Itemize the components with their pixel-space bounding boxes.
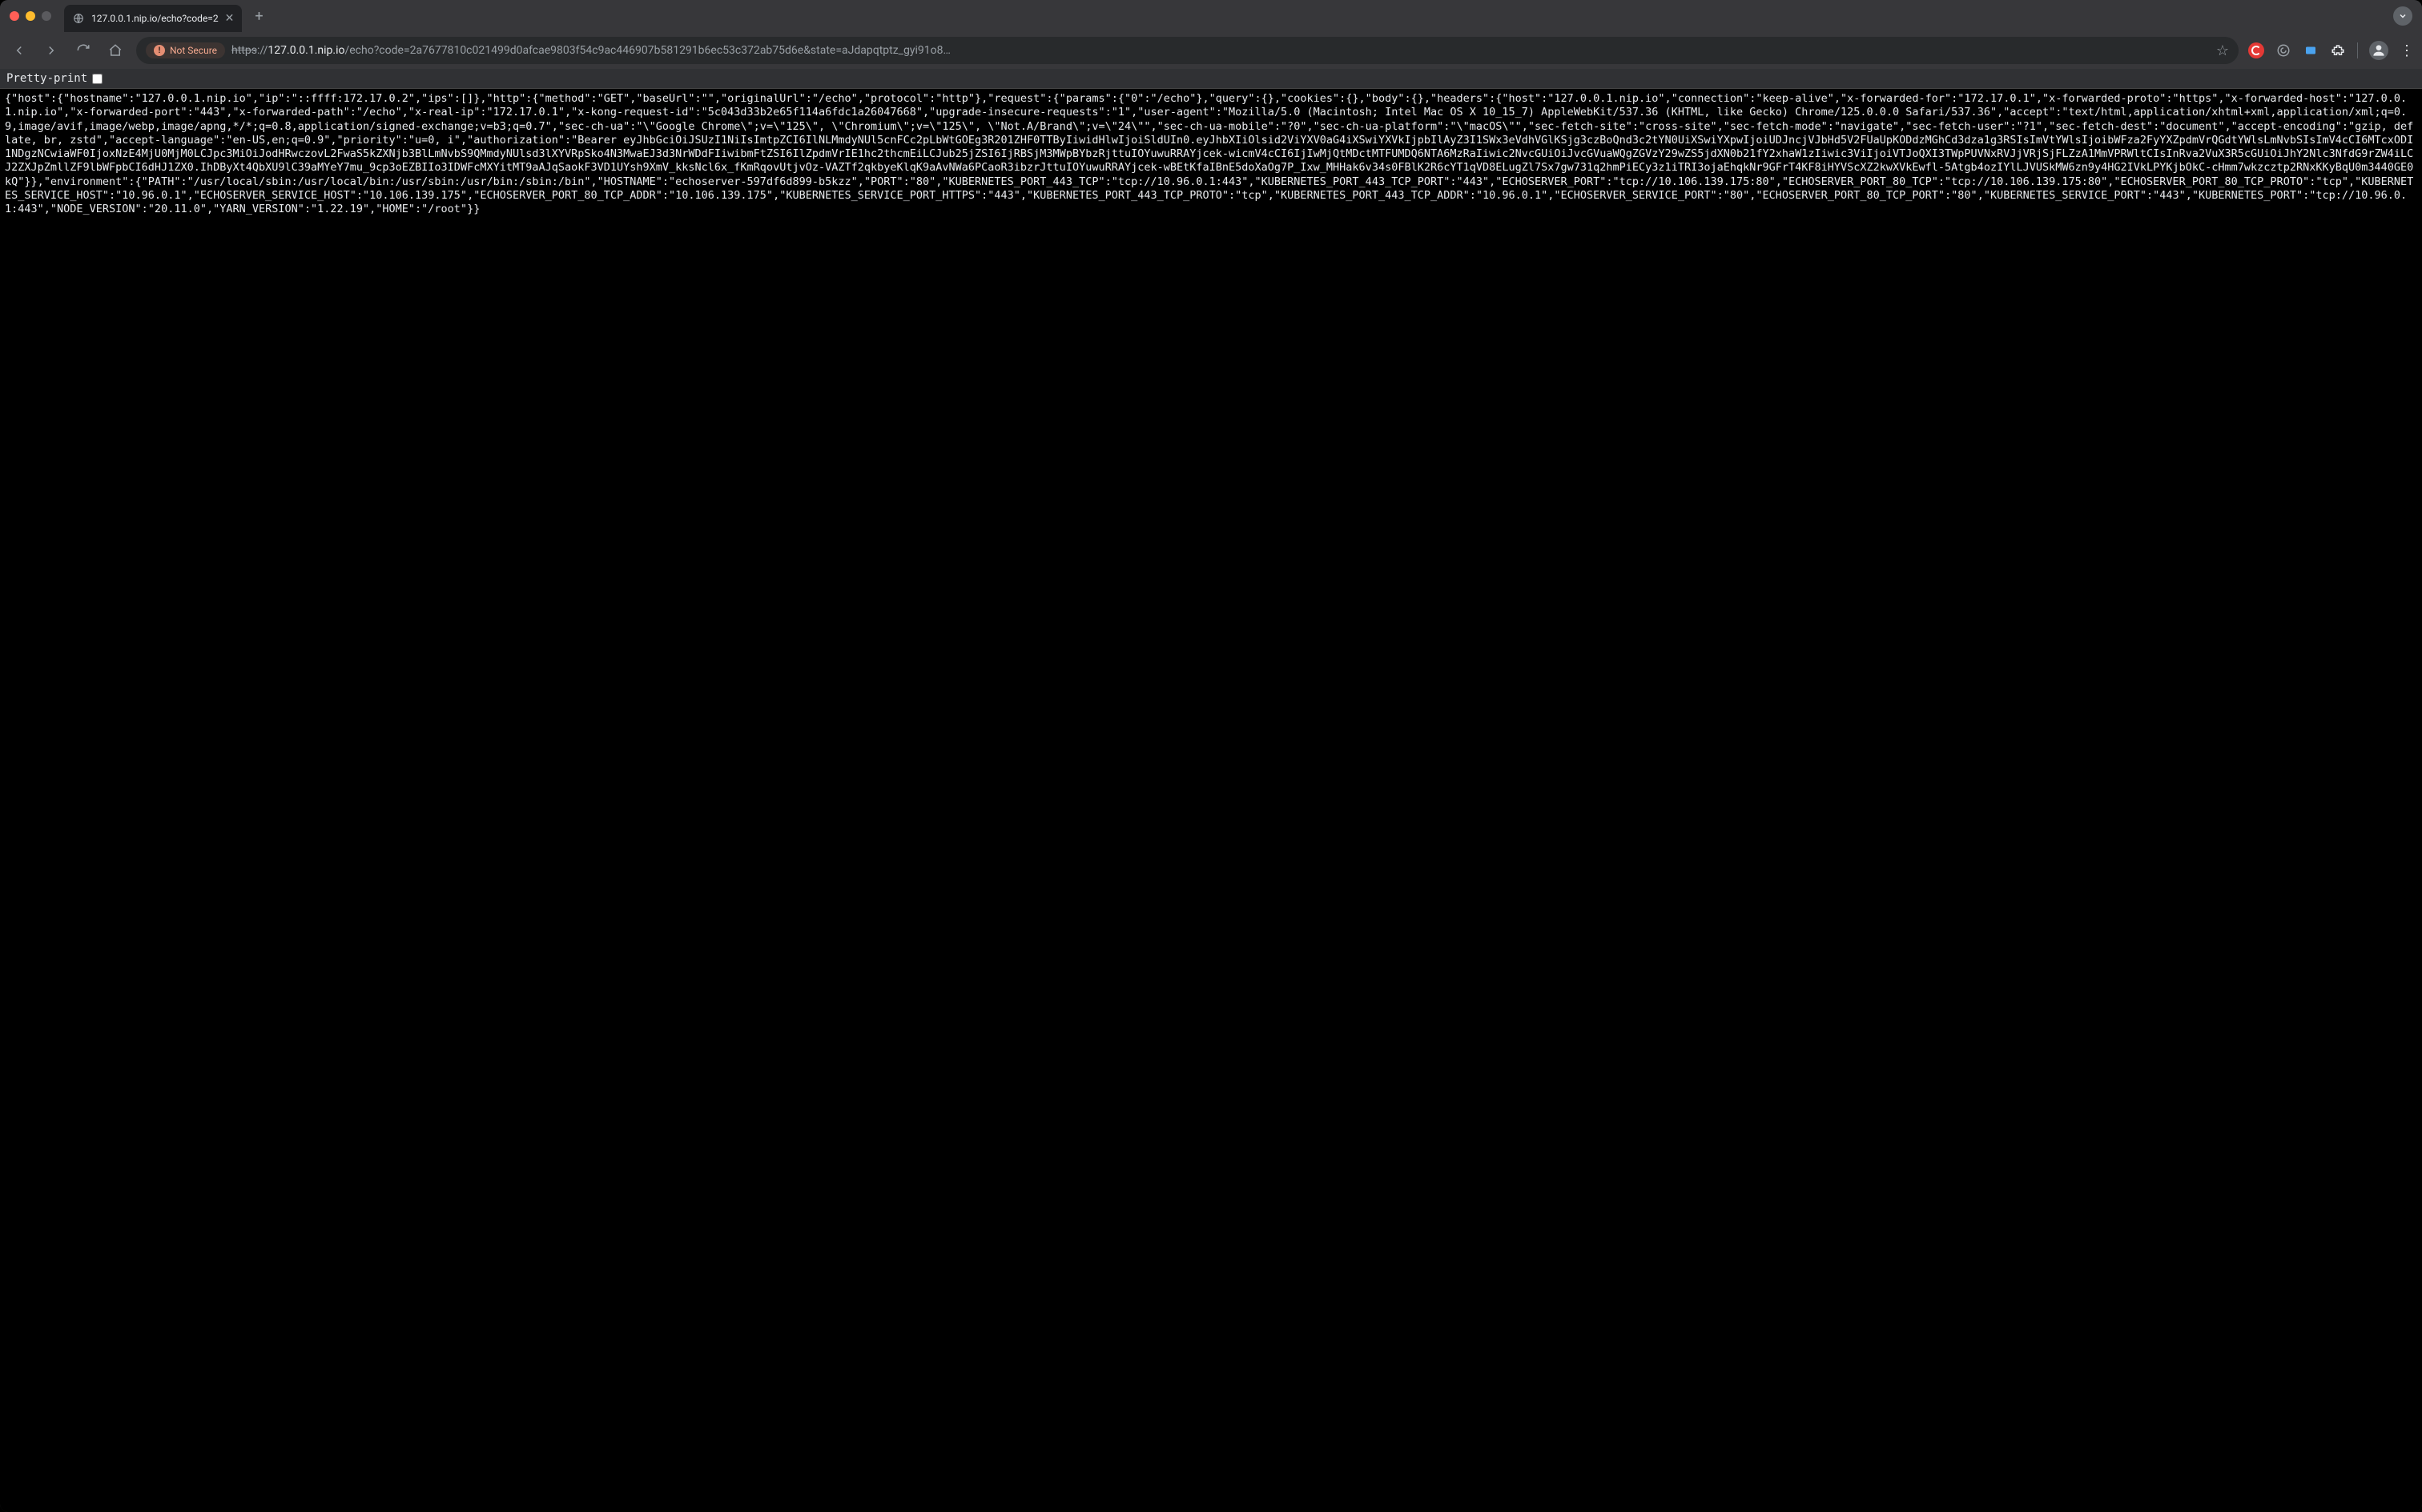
not-secure-label: Not Secure xyxy=(170,45,217,56)
pretty-print-checkbox[interactable] xyxy=(92,74,103,84)
forward-button[interactable] xyxy=(40,39,62,62)
warning-icon: ! xyxy=(154,45,165,56)
bookmark-star-icon[interactable]: ☆ xyxy=(2216,42,2229,59)
toolbar: ! Not Secure https://127.0.0.1.nip.io/ec… xyxy=(0,32,2422,69)
titlebar: 127.0.0.1.nip.io/echo?code=2 ✕ + xyxy=(0,0,2422,32)
globe-icon xyxy=(72,12,85,25)
traffic-lights xyxy=(10,11,51,21)
window-maximize-button[interactable] xyxy=(42,11,51,21)
chrome-menu-button[interactable]: ⋮ xyxy=(2400,42,2414,59)
profile-avatar[interactable] xyxy=(2369,41,2388,60)
tab-title: 127.0.0.1.nip.io/echo?code=2 xyxy=(91,13,219,24)
response-body[interactable]: {"host":{"hostname":"127.0.0.1.nip.io","… xyxy=(0,89,2422,1512)
security-chip[interactable]: ! Not Secure xyxy=(146,42,225,58)
window-close-button[interactable] xyxy=(10,11,19,21)
pretty-print-bar: Pretty-print xyxy=(0,69,2422,89)
extension-grammarly-icon[interactable] xyxy=(2275,42,2291,58)
home-button[interactable] xyxy=(104,39,127,62)
address-bar[interactable]: ! Not Secure https://127.0.0.1.nip.io/ec… xyxy=(136,37,2239,64)
toolbar-divider xyxy=(2357,42,2358,58)
url-text: https://127.0.0.1.nip.io/echo?code=2a767… xyxy=(231,44,2210,57)
extensions-puzzle-icon[interactable] xyxy=(2330,42,2346,58)
extension-adblock-icon[interactable] xyxy=(2248,42,2264,58)
pretty-print-label: Pretty-print xyxy=(6,72,87,85)
extension-wallet-icon[interactable] xyxy=(2303,42,2319,58)
toolbar-right: ⋮ xyxy=(2248,41,2414,60)
reload-button[interactable] xyxy=(72,39,95,62)
back-button[interactable] xyxy=(8,39,30,62)
tabs-dropdown-button[interactable] xyxy=(2393,6,2412,26)
tab-close-icon[interactable]: ✕ xyxy=(225,12,235,25)
browser-tab[interactable]: 127.0.0.1.nip.io/echo?code=2 ✕ xyxy=(64,5,242,32)
browser-window: 127.0.0.1.nip.io/echo?code=2 ✕ + ! Not S… xyxy=(0,0,2422,1512)
window-minimize-button[interactable] xyxy=(26,11,35,21)
new-tab-button[interactable]: + xyxy=(248,8,269,25)
